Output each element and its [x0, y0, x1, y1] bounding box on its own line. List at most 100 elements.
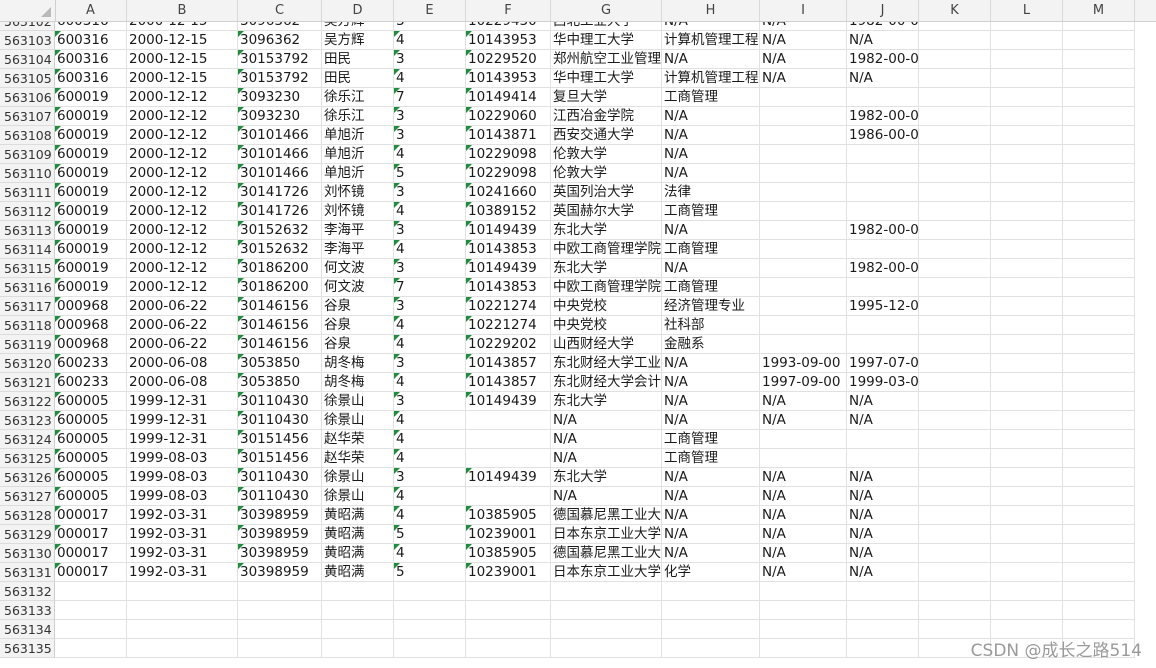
- cell-g[interactable]: 中央党校: [551, 316, 662, 335]
- cell-l[interactable]: [991, 335, 1063, 354]
- cell-h[interactable]: [662, 639, 760, 658]
- cell-d[interactable]: 赵华荣: [322, 449, 394, 468]
- cell-a[interactable]: 000017: [55, 544, 127, 563]
- cell-l[interactable]: [991, 582, 1063, 601]
- row-number[interactable]: 563116: [0, 278, 55, 297]
- cell-m[interactable]: [1063, 544, 1135, 563]
- row-number[interactable]: 563110: [0, 164, 55, 183]
- cell-e[interactable]: [394, 601, 466, 620]
- cell-l[interactable]: [991, 468, 1063, 487]
- cell-e[interactable]: 4: [394, 316, 466, 335]
- cell-l[interactable]: [991, 487, 1063, 506]
- cell-g[interactable]: 中央党校: [551, 297, 662, 316]
- cell-a[interactable]: 600019: [55, 126, 127, 145]
- cell-f[interactable]: 10143871: [466, 126, 551, 145]
- cell-h[interactable]: 工商管理: [662, 240, 760, 259]
- cell-e[interactable]: 4: [394, 240, 466, 259]
- cell-j[interactable]: N/A: [847, 563, 919, 582]
- cell-h[interactable]: N/A: [662, 468, 760, 487]
- cell-k[interactable]: [919, 373, 991, 392]
- cell-c[interactable]: 30398959: [238, 563, 322, 582]
- row-number[interactable]: 563114: [0, 240, 55, 259]
- row-number[interactable]: 563130: [0, 544, 55, 563]
- column-header-g[interactable]: G: [551, 0, 662, 21]
- cell-f[interactable]: [466, 449, 551, 468]
- cell-m[interactable]: [1063, 240, 1135, 259]
- cell-e[interactable]: [394, 582, 466, 601]
- cell-e[interactable]: 4: [394, 411, 466, 430]
- cell-e[interactable]: 3: [394, 392, 466, 411]
- cell-c[interactable]: 30110430: [238, 468, 322, 487]
- cell-c[interactable]: 3053850: [238, 354, 322, 373]
- cell-c[interactable]: 30398959: [238, 544, 322, 563]
- cell-i[interactable]: [760, 183, 847, 202]
- cell-j[interactable]: N/A: [847, 506, 919, 525]
- cell-i[interactable]: [760, 430, 847, 449]
- cell-m[interactable]: [1063, 278, 1135, 297]
- cell-e[interactable]: 3: [394, 50, 466, 69]
- cell-d[interactable]: 胡冬梅: [322, 354, 394, 373]
- cell-m[interactable]: [1063, 468, 1135, 487]
- cell-g[interactable]: 英国列治大学: [551, 183, 662, 202]
- cell-g[interactable]: 华中理工大学: [551, 69, 662, 88]
- cell-h[interactable]: 金融系: [662, 335, 760, 354]
- cell-f[interactable]: 10239001: [466, 525, 551, 544]
- cell-a[interactable]: [55, 620, 127, 639]
- cell-d[interactable]: 黄昭满: [322, 544, 394, 563]
- cell-f[interactable]: 10149439: [466, 221, 551, 240]
- cell-a[interactable]: 000017: [55, 563, 127, 582]
- cell-a[interactable]: 600019: [55, 183, 127, 202]
- cell-i[interactable]: [760, 639, 847, 658]
- cell-l[interactable]: [991, 50, 1063, 69]
- cell-g[interactable]: 伦敦大学: [551, 145, 662, 164]
- cell-j[interactable]: [847, 639, 919, 658]
- cell-d[interactable]: 单旭沂: [322, 126, 394, 145]
- cell-h[interactable]: 化学: [662, 563, 760, 582]
- cell-h[interactable]: N/A: [662, 373, 760, 392]
- cell-j[interactable]: [847, 164, 919, 183]
- cell-f[interactable]: 10143953: [466, 69, 551, 88]
- cell-f[interactable]: 10229098: [466, 164, 551, 183]
- cell-g[interactable]: 英国赫尔大学: [551, 202, 662, 221]
- cell-l[interactable]: [991, 107, 1063, 126]
- cell-i[interactable]: [760, 335, 847, 354]
- cell-g[interactable]: 德国慕尼黑工业大学: [551, 544, 662, 563]
- cell-j[interactable]: [847, 449, 919, 468]
- cell-j[interactable]: [847, 582, 919, 601]
- cell-d[interactable]: 黄昭满: [322, 506, 394, 525]
- cell-d[interactable]: 何文波: [322, 278, 394, 297]
- cell-l[interactable]: [991, 525, 1063, 544]
- cell-a[interactable]: [55, 639, 127, 658]
- cell-e[interactable]: 4: [394, 145, 466, 164]
- cell-g[interactable]: 中欧工商管理学院: [551, 278, 662, 297]
- cell-l[interactable]: [991, 145, 1063, 164]
- cell-b[interactable]: 2000-12-12: [127, 202, 238, 221]
- cell-f[interactable]: 10143953: [466, 31, 551, 50]
- cell-h[interactable]: [662, 582, 760, 601]
- cell-m[interactable]: [1063, 582, 1135, 601]
- cell-m[interactable]: [1063, 525, 1135, 544]
- cell-g[interactable]: 中欧工商管理学院: [551, 240, 662, 259]
- cell-f[interactable]: 10149414: [466, 88, 551, 107]
- cell-h[interactable]: 工商管理: [662, 202, 760, 221]
- cell-m[interactable]: [1063, 126, 1135, 145]
- cell-a[interactable]: 600019: [55, 202, 127, 221]
- cell-j[interactable]: 1982-00-00: [847, 107, 919, 126]
- cell-k[interactable]: [919, 69, 991, 88]
- cell-d[interactable]: 胡冬梅: [322, 373, 394, 392]
- cell-i[interactable]: N/A: [760, 544, 847, 563]
- cell-l[interactable]: [991, 164, 1063, 183]
- cell-j[interactable]: N/A: [847, 69, 919, 88]
- cell-m[interactable]: [1063, 335, 1135, 354]
- cell-h[interactable]: N/A: [662, 107, 760, 126]
- cell-j[interactable]: [847, 240, 919, 259]
- cell-i[interactable]: N/A: [760, 31, 847, 50]
- cell-i[interactable]: N/A: [760, 69, 847, 88]
- cell-h[interactable]: 计算机管理工程: [662, 31, 760, 50]
- cell-e[interactable]: 3: [394, 183, 466, 202]
- row-number[interactable]: 563121: [0, 373, 55, 392]
- cell-d[interactable]: 赵华荣: [322, 430, 394, 449]
- cell-j[interactable]: [847, 145, 919, 164]
- cell-c[interactable]: 30101466: [238, 164, 322, 183]
- cell-g[interactable]: 山西财经大学: [551, 335, 662, 354]
